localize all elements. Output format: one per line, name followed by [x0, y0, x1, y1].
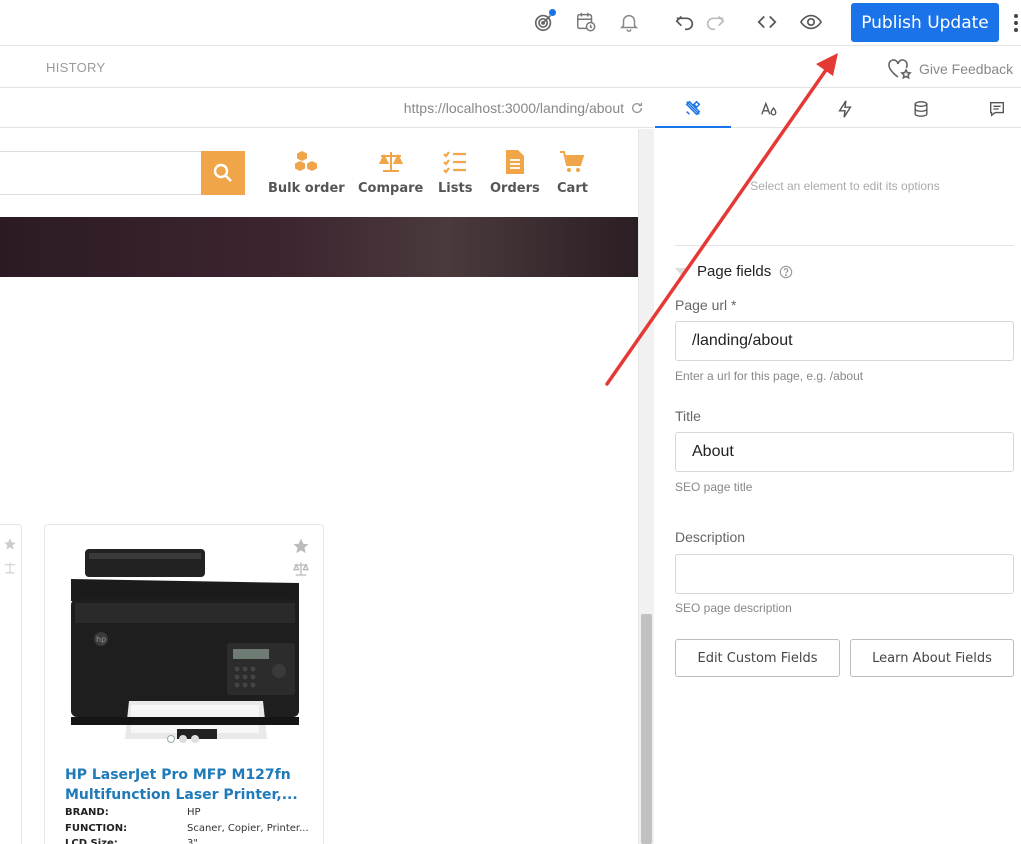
properties-panel: Select an element to edit its options Pa… [655, 89, 1021, 844]
code-icon[interactable] [755, 10, 779, 34]
product-spec-row: LCD Size: 3" [65, 838, 198, 844]
product-spec-row: FUNCTION: Scaner, Copier, Printer... [65, 823, 309, 834]
nav-compare[interactable]: Compare [358, 149, 423, 196]
carousel-dots[interactable] [167, 735, 199, 743]
printer-product-image[interactable]: hp [67, 543, 303, 753]
compare-icon[interactable] [3, 561, 17, 575]
tab-data[interactable] [883, 89, 959, 128]
checklist-icon [441, 149, 469, 175]
nav-label: Cart [557, 181, 588, 196]
description-help: SEO page description [675, 601, 792, 615]
heart-star-icon [888, 59, 912, 80]
collapse-triangle-icon[interactable] [675, 267, 689, 276]
edit-custom-fields-button[interactable]: Edit Custom Fields [675, 639, 840, 677]
comment-icon [990, 101, 1004, 117]
cart-icon [558, 149, 586, 175]
nav-orders[interactable]: Orders [490, 149, 540, 196]
hero-banner-image [0, 217, 638, 277]
preview-url: https://localhost:3000/landing/about [403, 100, 624, 116]
description-input[interactable] [675, 554, 1014, 594]
page-url-help: Enter a url for this page, e.g. /about [675, 369, 864, 383]
spec-key: FUNCTION: [65, 823, 128, 834]
tab-interactions[interactable] [807, 89, 883, 128]
history-tab[interactable]: HISTORY [46, 60, 105, 75]
calendar-clock-icon[interactable] [574, 10, 598, 34]
product-spec-row: BRAND: HP [65, 807, 201, 818]
database-icon [914, 100, 928, 117]
panel-tabs [655, 89, 1021, 128]
tab-typography[interactable] [731, 89, 807, 128]
svg-text:hp: hp [96, 635, 106, 644]
eye-icon[interactable] [799, 10, 823, 34]
target-icon[interactable] [532, 9, 556, 34]
undo-icon[interactable] [673, 10, 697, 34]
page-preview: Bulk order Compare Lists Orders Cart hp … [0, 129, 638, 844]
scrollbar-thumb[interactable] [641, 614, 652, 844]
top-toolbar: Publish Update [0, 0, 1021, 46]
nav-label: Compare [358, 181, 424, 196]
boxes-icon [292, 149, 320, 175]
typography-icon [761, 101, 777, 116]
nav-label: Bulk order [268, 181, 345, 196]
document-icon [501, 149, 529, 175]
search-icon [213, 163, 232, 182]
divider [675, 245, 1014, 246]
refresh-icon[interactable] [630, 101, 644, 115]
feedback-label: Give Feedback [919, 61, 1014, 77]
lightning-icon [838, 100, 852, 117]
nav-cart[interactable]: Cart [557, 149, 588, 196]
site-search-button[interactable] [201, 151, 245, 195]
empty-selection-hint: Select an element to edit its options [750, 179, 940, 193]
spec-value: Scaner, Copier, Printer... [187, 823, 309, 834]
nav-label: Orders [490, 181, 540, 196]
nav-bulk-order[interactable]: Bulk order [268, 149, 345, 196]
product-card-partial[interactable] [0, 524, 22, 844]
give-feedback-link[interactable]: Give Feedback [887, 57, 1013, 81]
learn-about-fields-button[interactable]: Learn About Fields [850, 639, 1014, 677]
kebab-menu-icon[interactable] [1012, 12, 1020, 34]
notification-dot [549, 9, 556, 16]
star-icon[interactable] [3, 537, 17, 551]
preview-scrollbar[interactable] [638, 129, 654, 844]
page-fields-header[interactable]: Page fields [675, 263, 793, 280]
style-icon [685, 100, 701, 115]
title-label: Title [675, 408, 701, 424]
title-help: SEO page title [675, 480, 753, 494]
product-card[interactable]: hp HP LaserJet Pro MFP M127fn Multifunct… [44, 524, 324, 844]
nav-lists[interactable]: Lists [438, 149, 472, 196]
secondary-toolbar: HISTORY Give Feedback [0, 47, 1021, 88]
spec-value: HP [187, 807, 201, 818]
spec-key: BRAND: [65, 807, 109, 818]
redo-icon[interactable] [703, 10, 727, 34]
spec-value: 3" [187, 838, 198, 844]
product-title-link[interactable]: HP LaserJet Pro MFP M127fn Multifunction… [65, 765, 305, 805]
spec-key: LCD Size: [65, 838, 118, 844]
description-label: Description [675, 529, 746, 545]
nav-label: Lists [438, 181, 473, 196]
help-icon[interactable] [779, 265, 793, 279]
tab-comments[interactable] [959, 89, 1021, 128]
section-title: Page fields [697, 263, 772, 280]
tab-style[interactable] [655, 89, 731, 128]
preview-url-bar: https://localhost:3000/landing/about [0, 89, 654, 128]
bell-icon[interactable] [617, 10, 641, 34]
scale-icon [377, 149, 405, 175]
site-search-input[interactable] [0, 151, 203, 195]
page-url-input[interactable]: /landing/about [675, 321, 1014, 361]
title-input[interactable]: About [675, 432, 1014, 472]
page-url-label: Page url * [675, 297, 737, 313]
publish-update-button[interactable]: Publish Update [851, 3, 999, 42]
